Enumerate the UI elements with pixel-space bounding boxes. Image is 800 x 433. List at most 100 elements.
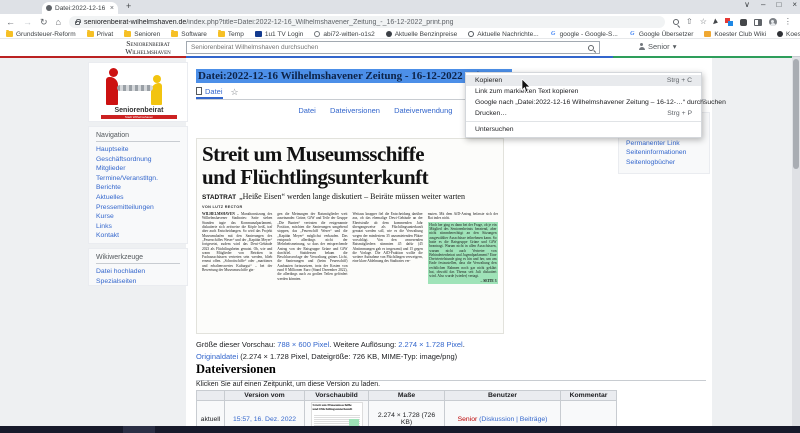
sidebar-item-geschaeftsordnung[interactable]: Geschäftsordnung [96,155,180,165]
back-icon[interactable]: ← [6,17,15,27]
bookmark-link[interactable]: G Google Übersetzer [629,31,693,38]
wiki-header: Seniorenbeirat Wilhelmshaven Senior ▾ [0,39,800,56]
window-maximize-button[interactable]: □ [776,0,781,9]
menu-dots-icon[interactable]: ⋮ [784,18,792,26]
bookmark-link[interactable]: abi72-witten-o1s2 [314,31,375,38]
bookmark-link[interactable]: Koester Club – Wor... [777,31,800,38]
file-preview-image[interactable]: Streit um Museumsschiffe und Flüchtlings… [196,138,504,334]
sidebar-item-mitglieder[interactable]: Mitglieder [96,164,180,174]
home-icon[interactable]: ⌂ [56,17,61,27]
sidebar-item-hauptseite[interactable]: Hauptseite [96,145,180,155]
original-file-link[interactable]: Originaldatei [196,352,238,361]
logo-subtitle: Stadt Wilhelmshaven [101,115,177,119]
bookmark-link[interactable]: 1u1 TV Login [254,31,303,38]
bookmark-folder[interactable]: Privat [86,29,113,38]
sidebar-item-aktuelles[interactable]: Aktuelles [96,193,180,203]
logo-handshake [117,85,153,91]
folder-icon [171,29,179,37]
user-icon [638,43,645,50]
anchor-dateiversionen[interactable]: Dateiversionen [330,106,380,115]
search-icon[interactable] [588,44,594,51]
new-tab-button[interactable]: + [126,1,131,11]
windows-taskbar[interactable] [0,426,800,433]
sidebar-item-termine[interactable]: Termine/Veranstltgn. [96,174,180,184]
bookmark-folder[interactable]: Senioren [124,29,160,38]
article-highlighted-passage: Hoch her ging es dann bei der Frage, ob … [427,221,498,284]
bookmark-folder[interactable]: Software [171,29,207,38]
wiki-search-box[interactable] [186,41,600,54]
bookmark-link[interactable]: Koester Club Wiki [704,31,766,38]
anchor-dateiverwendung[interactable]: Dateiverwendung [394,106,452,115]
sidebar-tools-heading: Wikiwerkzeuge [96,254,180,264]
site-logo[interactable]: Seniorenbeirat Stadt Wilhelmshaven [88,62,188,122]
file-anchor-links: Datei Dateiversionen Dateiverwendung Met… [196,106,502,115]
window-minimize-button[interactable]: – [761,0,765,9]
extension-redblue-icon[interactable] [724,18,733,26]
chevron-down-icon: ▾ [672,42,677,51]
tab-close-icon[interactable]: × [110,5,114,12]
menu-separator [466,121,701,122]
site-name[interactable]: Seniorenbeirat Wilhelmshaven [108,39,188,57]
bookmark-link[interactable]: Ggoogle - Google-S... [550,31,618,38]
google-icon: G [550,31,556,37]
extension-pointer-icon[interactable] [712,18,719,26]
profile-avatar[interactable] [768,18,777,26]
page-scrollbar[interactable] [792,57,800,426]
tool-permanenter-link[interactable]: Permanenter Link [626,139,702,149]
full-size-link[interactable]: 2.274 × 1.728 Pixel [398,340,462,349]
article-columns: WILHELMSHAVEN – Marathonsitzung des Wilh… [202,212,498,328]
anchor-datei[interactable]: Datei [298,106,316,115]
sidebar-item-pressemitteilungen[interactable]: Pressemitteilungen [96,203,180,213]
scrollbar-thumb[interactable] [793,59,799,169]
menu-item-link-kopieren[interactable]: Link zum markierten Text kopieren [466,86,701,97]
user-page-link[interactable]: Senior [458,416,478,423]
bookmark-link[interactable]: Aktuelle Nachrichte... [468,31,539,38]
side-panel-icon[interactable] [753,18,762,26]
watch-star-icon[interactable]: ☆ [231,87,239,98]
bookmark-star-icon[interactable]: ☆ [700,18,707,26]
menu-item-drucken[interactable]: Drucken… Strg + P [466,108,701,119]
window-controls: ∨ – □ × [744,0,797,9]
bookmark-link[interactable]: Aktuelle Benzinpreise [385,31,457,38]
sidebar-item-spezialseiten[interactable]: Spezialseiten [96,277,180,287]
url-field[interactable]: seniorenbeirat-wilhelmshaven.de/index.ph… [68,16,665,28]
sidebar-item-kurse[interactable]: Kurse [96,212,180,222]
menu-item-untersuchen[interactable]: Untersuchen [466,124,701,135]
window-close-button[interactable]: × [792,0,797,9]
logo-figure-yellow-head [153,75,161,83]
sidebar-item-berichte[interactable]: Berichte [96,183,180,193]
taskbar-active-app[interactable] [123,426,155,433]
article-subhead: STADTRAT „Heiße Eisen“ werden lange disku… [202,192,465,201]
logo-title: Seniorenbeirat [114,107,164,114]
browser-tab[interactable]: Datei:2022-12-16 Wilhelmshaven × [42,2,118,14]
url-path: /index.php?title=Datei:2022-12-16_Wilhel… [186,18,454,26]
article-kicker: STADTRAT [202,194,237,201]
site-icon [468,31,475,37]
user-menu[interactable]: Senior ▾ [638,42,676,51]
folder-icon [217,29,225,37]
tool-seitenlogbuecher[interactable]: Seitenlogbücher [626,158,702,168]
tab-datei[interactable]: Datei [196,87,223,99]
share-icon[interactable]: ⇧ [686,18,693,26]
tool-seiteninformationen[interactable]: Seiteninformationen [626,148,702,158]
globe-icon [314,31,321,37]
forward-icon[interactable]: → [23,17,32,27]
search-icon[interactable] [672,19,679,25]
sidebar-item-kontakt[interactable]: Kontakt [96,231,180,241]
wiki-search-input[interactable] [187,44,588,51]
tab-search-icon[interactable]: ∨ [744,0,750,9]
reload-icon[interactable]: ↻ [40,17,48,27]
preview-size-link[interactable]: 788 × 600 Pixel [277,340,329,349]
original-file-line: Originaldatei (2.274 × 1.728 Pixel, Date… [196,352,458,361]
extension-dark-icon[interactable] [739,18,747,26]
user-talk-contribs-links[interactable]: (Diskussion | Beiträge) [479,416,547,423]
sidebar-item-datei-hochladen[interactable]: Datei hochladen [96,267,180,277]
menu-item-kopieren[interactable]: Kopieren Strg + C [466,75,701,86]
bookmark-folder[interactable]: Grundsteuer-Reform [6,29,76,38]
bookmark-folder[interactable]: Temp [217,29,244,38]
article-column-3: Weitaus knapper fiel die Entscheidung da… [352,212,423,264]
menu-item-google-suche[interactable]: Google nach „Datei:2022-12-16 Wilhelmsha… [466,97,726,108]
sidebar-item-links[interactable]: Links [96,222,180,232]
shortcut-label: Strg + P [667,110,692,117]
article-column-1: WILHELMSHAVEN – Marathonsitzung des Wilh… [202,212,273,273]
